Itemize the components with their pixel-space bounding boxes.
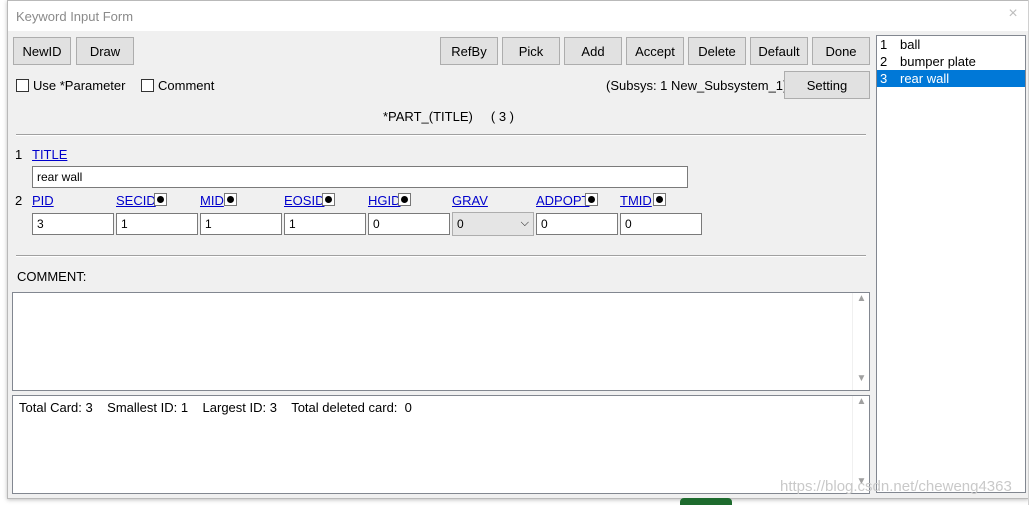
use-parameter-label: Use *Parameter bbox=[33, 78, 126, 93]
comment-label: COMMENT: bbox=[17, 269, 87, 284]
stats-text: Total Card: 3 Smallest ID: 1 Largest ID:… bbox=[19, 400, 412, 415]
grav-select-value: 0 bbox=[457, 217, 464, 231]
eosid-field-label[interactable]: EOSID bbox=[284, 193, 324, 208]
setting-button[interactable]: Setting bbox=[784, 71, 870, 99]
keyword-count: ( 3 ) bbox=[490, 109, 515, 124]
scroll-down-icon[interactable]: ▼ bbox=[853, 373, 870, 390]
list-item-name: bumper plate bbox=[900, 54, 976, 69]
use-parameter-checkbox[interactable] bbox=[16, 79, 29, 92]
card1-number: 1 bbox=[15, 147, 23, 162]
accept-button[interactable]: Accept bbox=[626, 37, 684, 65]
title-field-label[interactable]: TITLE bbox=[32, 147, 67, 162]
title-bar: Keyword Input Form × bbox=[8, 1, 1028, 31]
pid-input[interactable]: 3 bbox=[32, 213, 114, 235]
chevron-down-icon: ⌵ bbox=[520, 217, 529, 229]
use-parameter-option[interactable]: Use *Parameter bbox=[16, 78, 125, 93]
list-item-number: 2 bbox=[880, 54, 888, 69]
comment-textarea[interactable]: ▲ ▼ bbox=[12, 292, 870, 391]
separator-top bbox=[16, 134, 866, 136]
scroll-up-icon[interactable]: ▲ bbox=[853, 293, 870, 310]
hgid-pick-icon[interactable] bbox=[398, 193, 411, 206]
stats-panel: Total Card: 3 Smallest ID: 1 Largest ID:… bbox=[12, 395, 870, 494]
list-item-number: 1 bbox=[880, 37, 888, 52]
secid-input[interactable]: 1 bbox=[116, 213, 198, 235]
adpopt-input[interactable]: 0 bbox=[536, 213, 618, 235]
done-button[interactable]: Done bbox=[812, 37, 870, 65]
default-button[interactable]: Default bbox=[750, 37, 808, 65]
keyword-input-form-window: Keyword Input Form × NewID Draw RefBy Pi… bbox=[7, 0, 1029, 499]
refby-button[interactable]: RefBy bbox=[440, 37, 498, 65]
eosid-pick-icon[interactable] bbox=[322, 193, 335, 206]
smallest-id-stat: Smallest ID: 1 bbox=[107, 400, 189, 415]
list-item-name: ball bbox=[900, 37, 921, 52]
newid-button[interactable]: NewID bbox=[13, 37, 71, 65]
title-input[interactable]: rear wall bbox=[32, 166, 688, 188]
mid-input[interactable]: 1 bbox=[200, 213, 282, 235]
part-list[interactable]: 1 ball 2 bumper plate 3 rear wall bbox=[876, 35, 1026, 493]
list-item-number: 3 bbox=[880, 71, 888, 86]
tmid-input[interactable]: 0 bbox=[620, 213, 702, 235]
comment-option[interactable]: Comment bbox=[141, 78, 214, 93]
watermark: https://blog.csdn.net/cheweng4363 bbox=[780, 478, 1012, 495]
keyword-name: *PART_(TITLE) bbox=[383, 109, 473, 124]
background-green-shape bbox=[680, 498, 732, 505]
pid-field-label[interactable]: PID bbox=[32, 193, 54, 208]
mid-pick-icon[interactable] bbox=[224, 193, 237, 206]
background-window-edge bbox=[1028, 0, 1036, 505]
comment-checkbox[interactable] bbox=[141, 79, 154, 92]
list-item-name: rear wall bbox=[900, 71, 950, 86]
secid-field-label[interactable]: SECID bbox=[116, 193, 156, 208]
eosid-input[interactable]: 1 bbox=[284, 213, 366, 235]
grav-field-label[interactable]: GRAV bbox=[452, 193, 488, 208]
separator-bottom bbox=[16, 255, 866, 257]
add-button[interactable]: Add bbox=[564, 37, 622, 65]
total-card-stat: Total Card: 3 bbox=[19, 400, 93, 415]
subsystem-label: (Subsys: 1 New_Subsystem_1) bbox=[606, 78, 788, 93]
draw-button[interactable]: Draw bbox=[76, 37, 134, 65]
pick-button[interactable]: Pick bbox=[502, 37, 560, 65]
secid-pick-icon[interactable] bbox=[154, 193, 167, 206]
comment-scrollbar[interactable]: ▲ ▼ bbox=[852, 293, 869, 390]
delete-button[interactable]: Delete bbox=[688, 37, 746, 65]
hgid-input[interactable]: 0 bbox=[368, 213, 450, 235]
keyword-title: *PART_(TITLE) ( 3 ) bbox=[383, 109, 514, 124]
grav-select[interactable]: 0 ⌵ bbox=[452, 212, 534, 236]
largest-id-stat: Largest ID: 3 bbox=[202, 400, 277, 415]
list-item-selected[interactable]: 3 rear wall bbox=[877, 70, 1025, 87]
hgid-field-label[interactable]: HGID bbox=[368, 193, 401, 208]
comment-option-label: Comment bbox=[158, 78, 215, 93]
scroll-up-icon[interactable]: ▲ bbox=[853, 396, 870, 413]
mid-field-label[interactable]: MID bbox=[200, 193, 224, 208]
list-item[interactable]: 2 bumper plate bbox=[877, 53, 1025, 70]
deleted-card-stat: Total deleted card: 0 bbox=[291, 400, 412, 415]
adpopt-pick-icon[interactable] bbox=[585, 193, 598, 206]
window-title: Keyword Input Form bbox=[16, 9, 134, 24]
tmid-field-label[interactable]: TMID bbox=[620, 193, 652, 208]
list-item[interactable]: 1 ball bbox=[877, 36, 1025, 53]
adpopt-field-label[interactable]: ADPOPT bbox=[536, 193, 589, 208]
card2-number: 2 bbox=[15, 193, 23, 208]
tmid-pick-icon[interactable] bbox=[653, 193, 666, 206]
close-icon[interactable]: × bbox=[1006, 6, 1020, 22]
